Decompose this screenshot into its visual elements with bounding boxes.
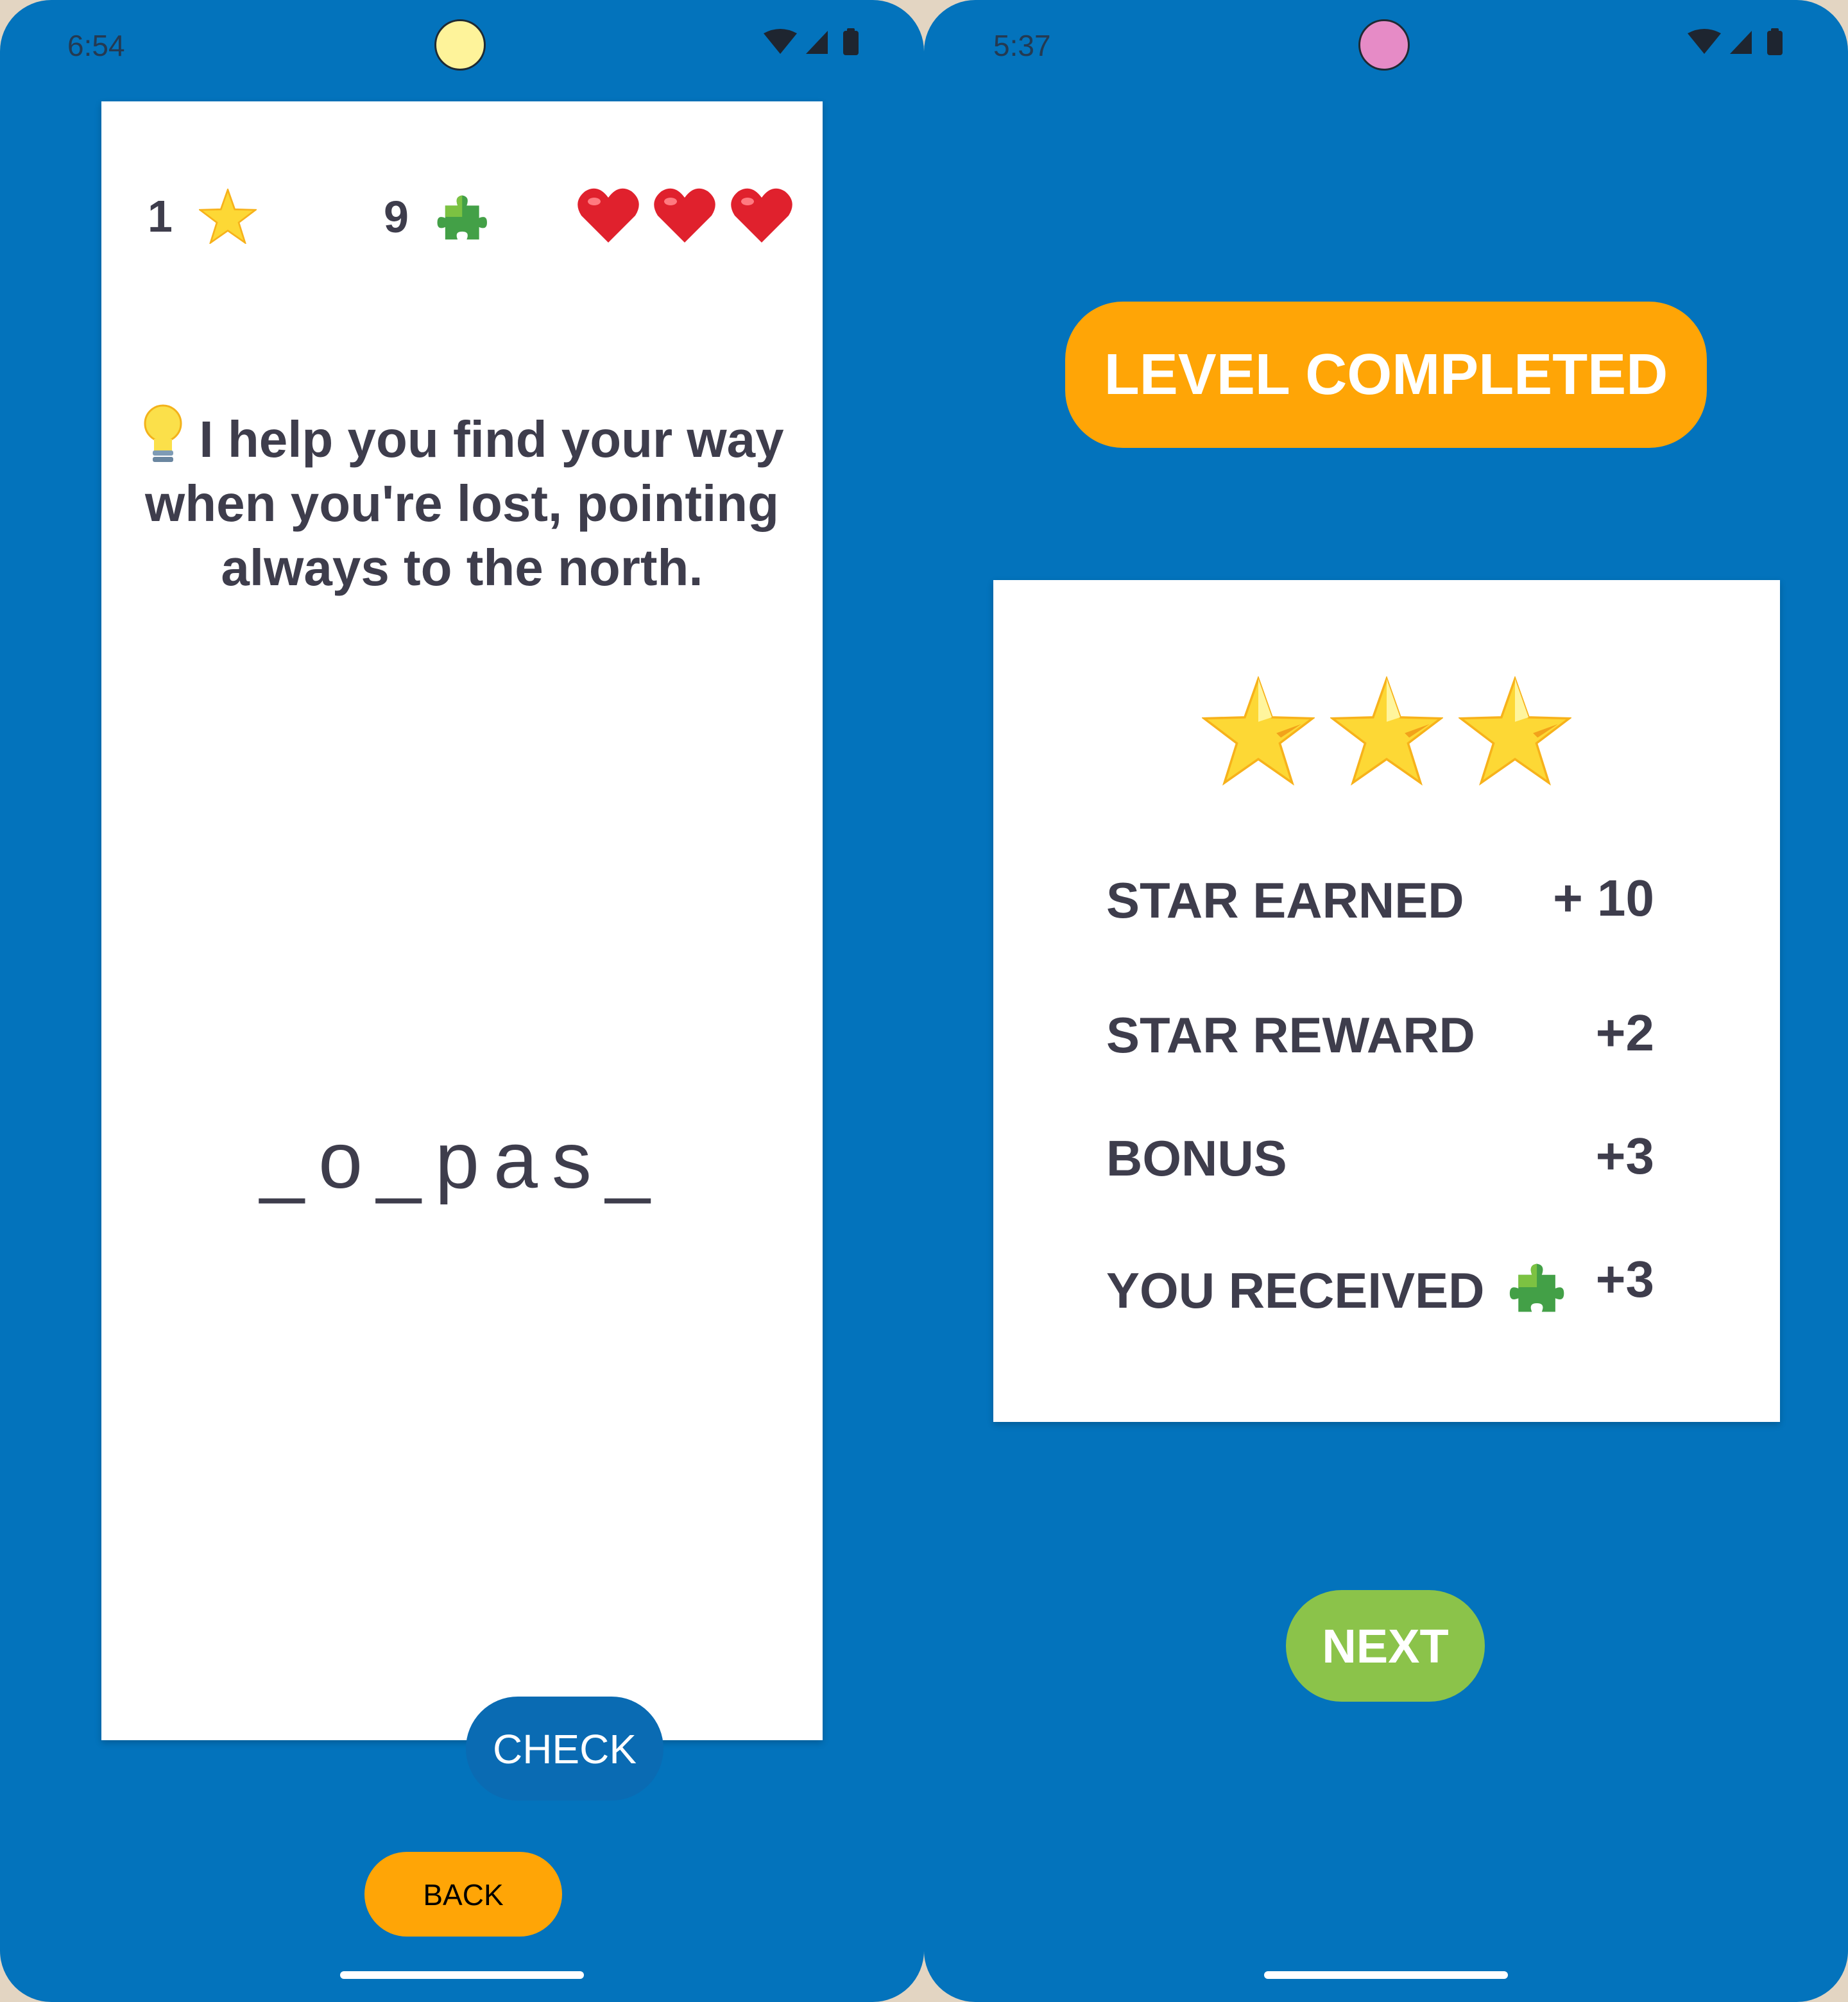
stars-count: 1 — [148, 191, 173, 241]
signal-battery-icon — [764, 28, 859, 55]
next-button[interactable]: NEXT — [1286, 1590, 1485, 1702]
level-complete-screen: 5:37 LEVEL COMPLETED STAR EARNED + 10 ST… — [924, 0, 1848, 2002]
star-icon — [1201, 675, 1316, 786]
pieces-count: 9 — [384, 191, 409, 242]
star-reward-label: STAR REWARD — [1106, 1007, 1475, 1063]
lives-hearts — [576, 185, 794, 251]
stars-counter: 1 — [148, 187, 259, 251]
star-icon — [1457, 675, 1573, 786]
puzzle-piece-icon — [435, 189, 492, 252]
back-button[interactable]: BACK — [364, 1852, 562, 1937]
puzzle-piece-icon — [1509, 1263, 1564, 1312]
star-earned-value: + 10 — [1553, 869, 1654, 927]
status-time: 5:37 — [993, 29, 1051, 62]
bonus-label: BONUS — [1106, 1130, 1287, 1186]
status-icons — [764, 28, 866, 59]
signal-battery-icon — [1688, 28, 1783, 55]
star-earned-label: STAR EARNED — [1106, 872, 1464, 928]
word-blanks: _o_pas_ — [260, 1116, 664, 1205]
heart-icon — [578, 188, 639, 243]
bonus-value: +3 — [1595, 1127, 1654, 1185]
star-icon — [198, 187, 259, 251]
game-card: 1 9 I help you find your way when you're… — [101, 101, 823, 1801]
results-card: STAR EARNED + 10 STAR REWARD +2 BONUS +3… — [993, 580, 1780, 1422]
star-reward-value: +2 — [1595, 1004, 1654, 1061]
home-indicator[interactable] — [1264, 1971, 1508, 1979]
check-button[interactable]: CHECK — [466, 1697, 663, 1801]
light-bulb-icon — [144, 404, 182, 462]
heart-icon — [731, 188, 792, 243]
status-icons — [1688, 28, 1790, 59]
you-received-label: YOU RECEIVED — [1106, 1256, 1569, 1318]
pieces-counter: 9 — [384, 189, 492, 252]
camera-dot — [1358, 19, 1410, 71]
star-icon — [1329, 675, 1444, 786]
level-completed-badge: LEVEL COMPLETED — [1065, 302, 1707, 448]
riddle-text: I help you find your way when you're los… — [145, 411, 784, 596]
status-time: 6:54 — [67, 29, 125, 62]
riddle-hint: I help you find your way when you're los… — [127, 403, 797, 600]
heart-icon — [654, 188, 716, 243]
game-screen: 6:54 1 9 I help you find your way when y… — [0, 0, 924, 2002]
you-received-text: YOU RECEIVED — [1106, 1262, 1485, 1319]
earned-stars — [993, 675, 1780, 789]
camera-dot — [434, 19, 486, 71]
home-indicator[interactable] — [340, 1971, 584, 1979]
you-received-value: +3 — [1595, 1251, 1654, 1308]
